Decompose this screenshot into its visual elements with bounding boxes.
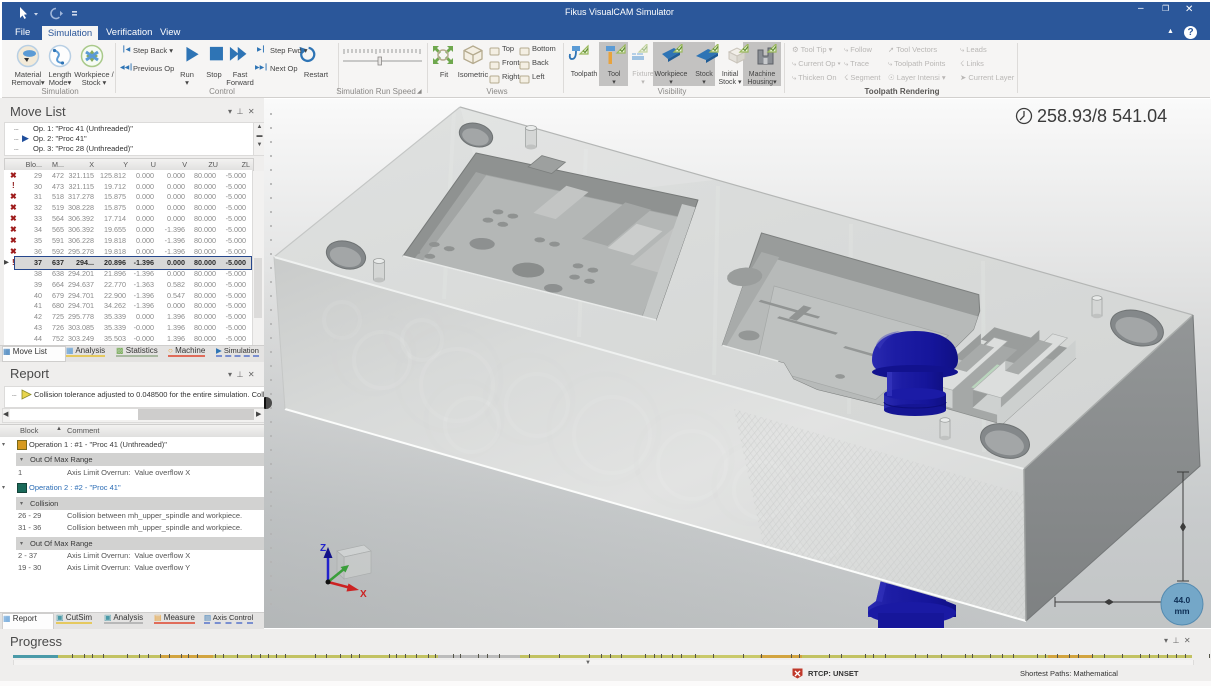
svg-text:44.0: 44.0 [1174, 595, 1191, 605]
svg-text:258.93/8 541.04: 258.93/8 541.04 [1037, 106, 1167, 126]
svg-text:Z: Z [320, 543, 326, 554]
svg-text:mm: mm [1174, 606, 1190, 616]
svg-text:X: X [360, 589, 367, 600]
